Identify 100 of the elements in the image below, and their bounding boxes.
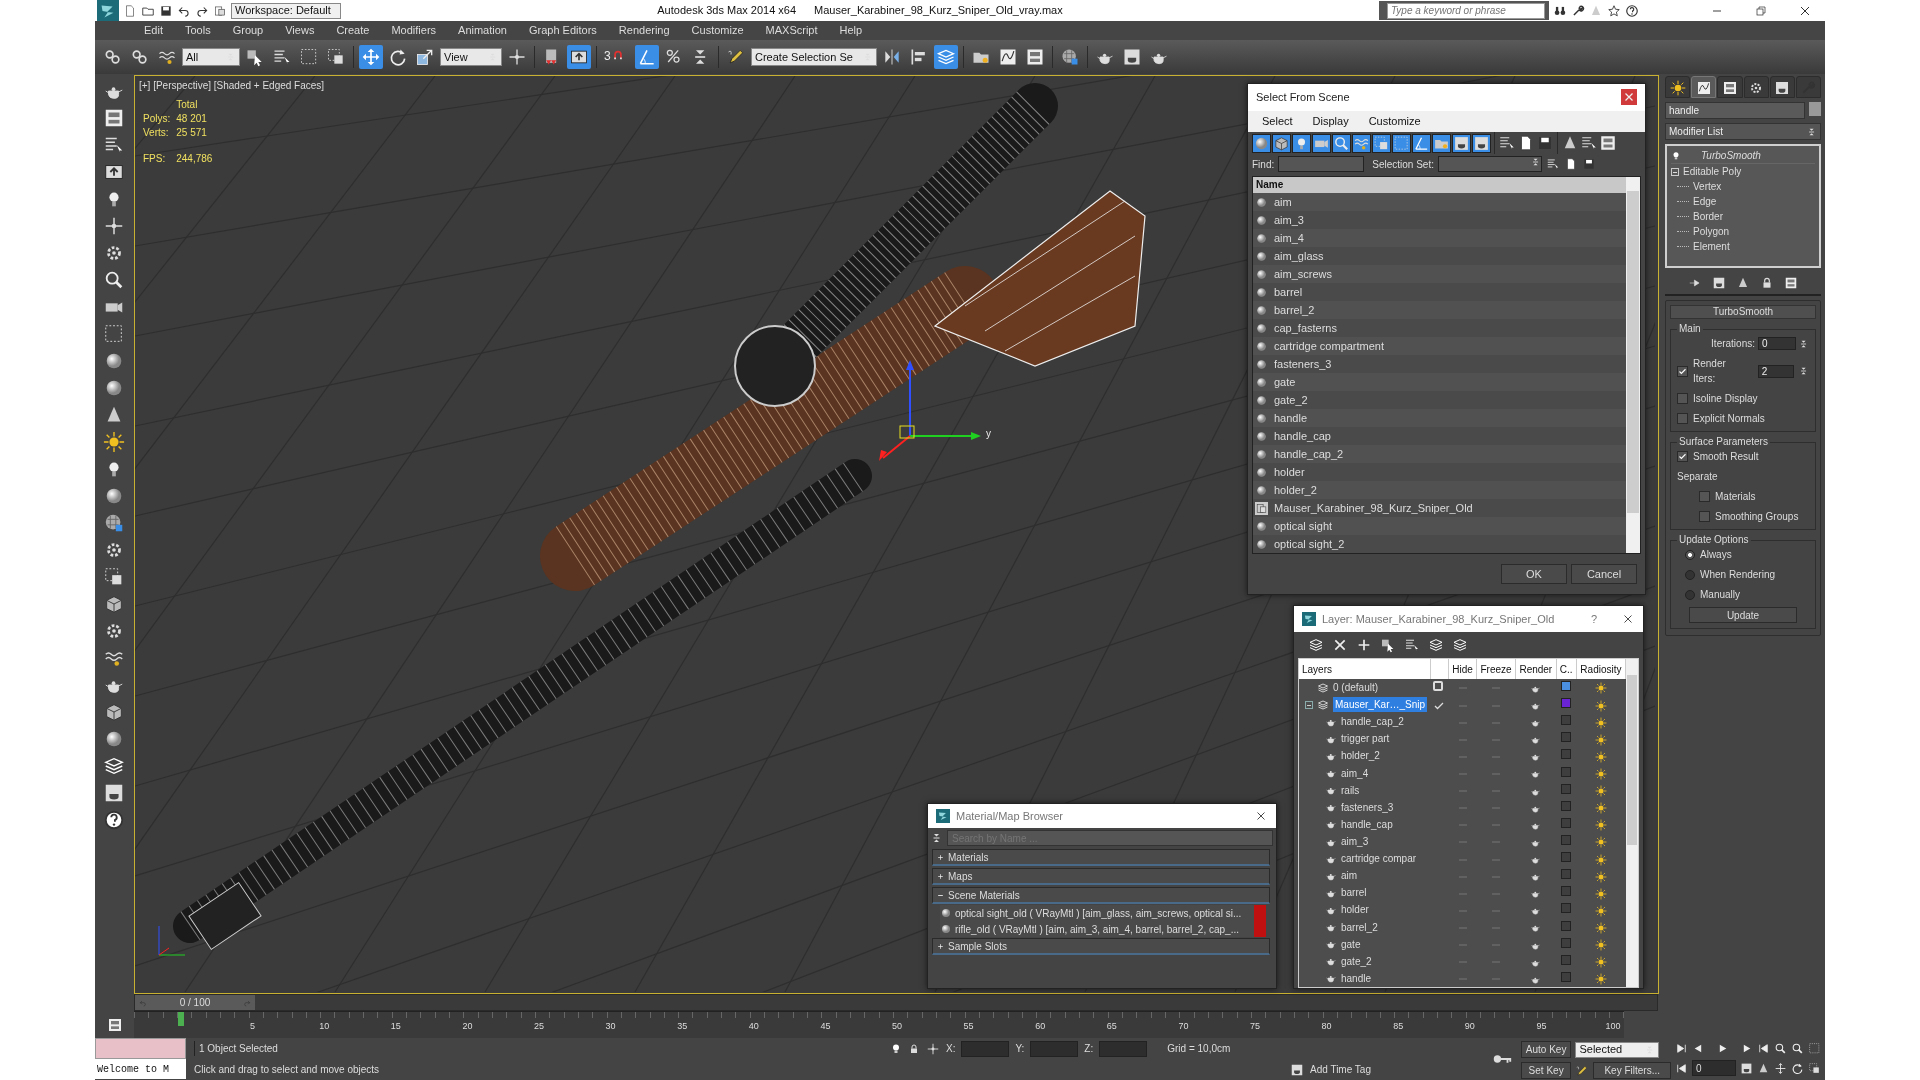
scene-object-row[interactable]: gate_2: [1253, 391, 1626, 409]
section-header[interactable]: Maps: [932, 868, 1270, 885]
object-name[interactable]: holder_2: [1341, 748, 1380, 764]
modifier-list-dropdown[interactable]: Modifier List: [1665, 123, 1821, 140]
object-name[interactable]: barrel_2: [1341, 919, 1378, 935]
coordinate-label: Y:: [1015, 1042, 1025, 1056]
column-header[interactable]: Hide: [1448, 659, 1477, 679]
menu-item[interactable]: Customize: [1360, 113, 1429, 130]
column-header[interactable]: Name: [1253, 177, 1626, 193]
object-name[interactable]: handle: [1341, 970, 1372, 986]
named-selection-dropdown[interactable]: Create Selection Se: [751, 48, 877, 66]
sub-object-item[interactable]: Edge: [1693, 194, 1717, 209]
object-name[interactable]: fasteners_3: [1341, 799, 1394, 815]
object-name[interactable]: handle_cap: [1341, 816, 1393, 832]
checkbox-label: Smooth Result: [1693, 450, 1759, 464]
menu-item[interactable]: Group: [221, 22, 275, 39]
scene-object-row[interactable]: aim_4: [1253, 229, 1626, 247]
scene-object-row[interactable]: aim_screws: [1253, 265, 1626, 283]
sub-object-item[interactable]: Element: [1693, 239, 1730, 254]
sub-object-item[interactable]: Polygon: [1693, 224, 1730, 239]
object-name[interactable]: rails: [1341, 782, 1360, 798]
menu-item[interactable]: Modifiers: [380, 22, 448, 39]
modifier-stack-item[interactable]: Editable Poly: [1683, 164, 1742, 179]
snap-toggle-button[interactable]: 3: [602, 45, 632, 69]
set-key-button[interactable]: Set Key: [1520, 1062, 1572, 1079]
key-filters-button[interactable]: Key Filters...: [1593, 1062, 1671, 1079]
scene-object-row[interactable]: gate: [1253, 373, 1626, 391]
viewport-label[interactable]: [+] [Perspective] [Shaded + Edged Faces]: [139, 78, 325, 93]
dialog-button[interactable]: OK: [1501, 564, 1567, 584]
scene-object-row[interactable]: handle_cap_2: [1253, 445, 1626, 463]
update-button[interactable]: Update: [1689, 607, 1797, 623]
menu-item[interactable]: Graph Editors: [517, 22, 608, 39]
object-name[interactable]: barrel: [1341, 885, 1367, 901]
auto-key-button[interactable]: Auto Key: [1520, 1041, 1572, 1058]
menu-item[interactable]: Tools: [173, 22, 222, 39]
section-header[interactable]: Scene Materials: [932, 887, 1270, 904]
scene-object-row[interactable]: fasteners_3: [1253, 355, 1626, 373]
object-name[interactable]: cartridge compar: [1341, 851, 1417, 867]
object-name-field[interactable]: handle: [1665, 102, 1805, 119]
menu-item[interactable]: Select: [1254, 113, 1301, 130]
object-name[interactable]: aim_4: [1341, 765, 1369, 781]
scene-object-row[interactable]: aim_glass: [1253, 247, 1626, 265]
key-mode-dropdown[interactable]: Selected: [1575, 1041, 1660, 1058]
scene-object-row[interactable]: aim: [1253, 193, 1626, 211]
sub-object-item[interactable]: Vertex: [1693, 179, 1722, 194]
column-header[interactable]: Render: [1515, 659, 1557, 679]
coordinate-system-dropdown[interactable]: View: [440, 48, 502, 66]
object-name[interactable]: aim_3: [1341, 834, 1369, 850]
scene-object-row[interactable]: handle: [1253, 409, 1626, 427]
scene-object-row[interactable]: aim_3: [1253, 211, 1626, 229]
menu-item[interactable]: Views: [274, 22, 326, 39]
dialog-button[interactable]: Cancel: [1571, 564, 1637, 584]
scene-object-row[interactable]: cartridge compartment: [1253, 337, 1626, 355]
section-header[interactable]: Materials: [932, 849, 1270, 866]
material-item[interactable]: optical sight_old ( VRayMtl ) [aim_glass, aim_screws, optical si...: [940, 905, 1266, 921]
menu-item[interactable]: Customize: [680, 22, 755, 39]
menu-item[interactable]: Edit: [133, 22, 174, 39]
render-iters-field[interactable]: 2: [1757, 364, 1794, 378]
scene-object-row[interactable]: barrel_2: [1253, 301, 1626, 319]
scene-object-row[interactable]: handle_cap: [1253, 427, 1626, 445]
object-name[interactable]: handle_cap_2: [1341, 714, 1404, 730]
scene-object-row[interactable]: barrel: [1253, 283, 1626, 301]
frame-number: 10: [319, 1020, 330, 1033]
object-name[interactable]: holder: [1341, 902, 1369, 918]
checkbox-label: Render Iters:: [1693, 357, 1727, 386]
workspace-dropdown[interactable]: Workspace: Default: [231, 2, 341, 19]
frame-field[interactable]: 0: [1692, 1060, 1736, 1077]
add-time-tag-link[interactable]: Add Time Tag: [1310, 1062, 1371, 1077]
scene-object-row[interactable]: Mauser_Karabiner_98_Kurz_Sniper_Old: [1253, 499, 1626, 517]
layer-name[interactable]: 0 (default): [1333, 680, 1379, 696]
selection-filter-dropdown[interactable]: All: [182, 48, 240, 66]
material-item[interactable]: rifle_old ( VRayMtl ) [aim, aim_3, aim_4, barrel, barrel_2, cap_...: [940, 921, 1266, 937]
layer-name[interactable]: Mauser_Kar…_Snip: [1333, 697, 1428, 713]
scene-object-row[interactable]: holder_2: [1253, 481, 1626, 499]
scene-object-row[interactable]: optical sight_2: [1253, 535, 1626, 553]
menu-item[interactable]: Help: [828, 22, 874, 39]
menu-item[interactable]: Rendering: [607, 22, 681, 39]
object-name[interactable]: trigger part: [1341, 731, 1390, 747]
sub-object-item[interactable]: Border: [1693, 209, 1723, 224]
scene-object-row[interactable]: optical sight: [1253, 517, 1626, 535]
listener-output[interactable]: Welcome to M: [95, 1059, 186, 1079]
scene-object-row[interactable]: cap_fasterns: [1253, 319, 1626, 337]
column-header[interactable]: Radiosity: [1576, 659, 1626, 679]
column-header[interactable]: Freeze: [1476, 659, 1516, 679]
column-header[interactable]: C..: [1556, 659, 1577, 679]
modifier-stack-item[interactable]: TurboSmooth: [1701, 148, 1761, 163]
menu-item[interactable]: Animation: [447, 22, 518, 39]
column-header[interactable]: Layers: [1299, 659, 1431, 679]
section-header[interactable]: Sample Slots: [932, 938, 1270, 955]
menu-item[interactable]: Create: [325, 22, 381, 39]
menu-item[interactable]: Display: [1304, 113, 1357, 130]
iterations-field[interactable]: 0: [1758, 337, 1796, 350]
object-name[interactable]: gate: [1341, 936, 1361, 952]
rollout-header[interactable]: TurboSmooth: [1670, 305, 1816, 319]
search-field[interactable]: Type a keyword or phrase: [1387, 2, 1545, 19]
object-name[interactable]: gate_2: [1341, 953, 1372, 969]
menu-item[interactable]: MAXScript: [754, 22, 829, 39]
help-button[interactable]: ?: [1590, 610, 1597, 628]
object-name[interactable]: aim: [1341, 868, 1358, 884]
scene-object-row[interactable]: holder: [1253, 463, 1626, 481]
